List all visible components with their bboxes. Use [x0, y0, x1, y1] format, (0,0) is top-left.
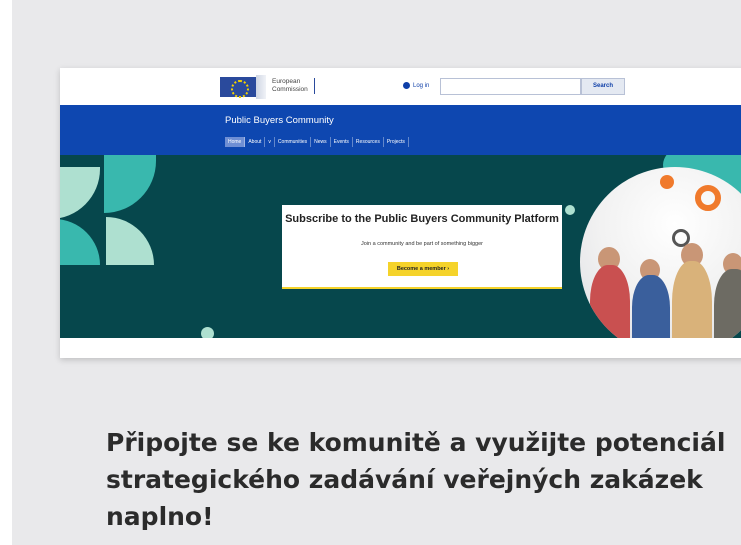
- login-label: Log in: [413, 82, 430, 89]
- nav-item-news[interactable]: News: [311, 137, 331, 147]
- hero-banner: Subscribe to the Public Buyers Community…: [60, 155, 741, 338]
- person: [672, 261, 712, 338]
- decorative-shape: [106, 217, 154, 265]
- logo-text: European Commission: [272, 78, 315, 94]
- decorative-shape: [60, 167, 100, 219]
- cta-label: Become a member: [396, 266, 446, 272]
- subscribe-card: Subscribe to the Public Buyers Community…: [282, 205, 562, 289]
- eu-flag-icon: [220, 77, 256, 98]
- decorative-dot: [201, 327, 214, 338]
- european-commission-logo[interactable]: European Commission: [220, 75, 320, 99]
- become-member-button[interactable]: Become a member ›: [388, 262, 458, 276]
- nav-item-communities[interactable]: Communities: [275, 137, 312, 147]
- card-title: Subscribe to the Public Buyers Community…: [285, 213, 559, 225]
- community-photo: [580, 167, 741, 338]
- nav-item-resources[interactable]: Resources: [353, 137, 384, 147]
- person: [714, 269, 741, 338]
- nav-item-projects[interactable]: Projects: [384, 137, 409, 147]
- caption-text: Připojte se ke komunitě a využijte poten…: [106, 428, 726, 531]
- orange-ring-icon: [695, 185, 721, 211]
- user-icon: [403, 82, 410, 89]
- nav-item-home[interactable]: Home: [225, 137, 246, 147]
- search-input[interactable]: [440, 78, 581, 95]
- orange-dot-icon: [660, 175, 674, 189]
- decorative-shape: [60, 219, 100, 265]
- decorative-dot: [565, 205, 575, 215]
- nav-item-events[interactable]: Events: [331, 137, 353, 147]
- card-subtitle: Join a community and be part of somethin…: [361, 241, 483, 247]
- login-link[interactable]: Log in: [403, 82, 429, 89]
- page-strip: [60, 338, 741, 358]
- building-icon: [256, 75, 266, 99]
- decorative-shape: [104, 155, 156, 213]
- chevron-right-icon: ›: [447, 266, 450, 272]
- site-title[interactable]: Public Buyers Community: [225, 115, 334, 126]
- nav-about-dropdown-icon[interactable]: v: [265, 137, 275, 147]
- person: [590, 265, 630, 338]
- search-button[interactable]: Search: [581, 78, 625, 95]
- person: [632, 275, 670, 338]
- nav-item-about[interactable]: About: [245, 137, 266, 147]
- website-screenshot: European Commission Log in Search Public…: [60, 68, 741, 358]
- site-header: Public Buyers Community Home About v Com…: [60, 105, 741, 155]
- top-bar: European Commission Log in Search: [60, 68, 741, 105]
- main-navigation: Home About v Communities News Events Res…: [225, 137, 409, 147]
